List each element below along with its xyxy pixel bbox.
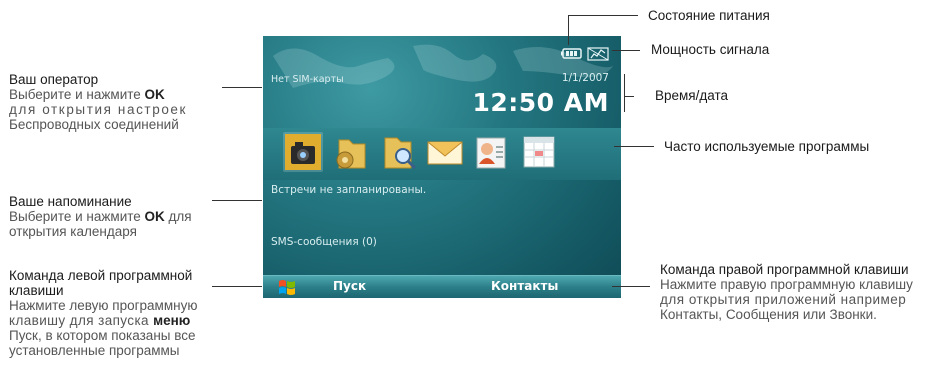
right-softkey-callout: Команда правой программной клавиши Нажми… [660,262,932,322]
settings-folder-icon[interactable] [331,132,371,172]
right-softkey-callout-text2: для открытия приложений например [660,292,907,307]
left-softkey-callout-text3: Пуск, в котором показаны все [9,328,196,343]
operator-leader-line [222,87,262,88]
contacts-softkey[interactable]: Контакты [491,279,558,293]
right-softkey-callout-text1: Нажмите правую программную клавишу [660,277,913,292]
frequent-apps-bar [263,128,621,180]
left-softkey-callout-title2: клавиши [9,283,64,298]
reminder-callout: Ваше напоминание Выберите и нажмите OK д… [9,194,224,239]
datetime-leader-line [624,96,634,97]
reminder-callout-text2: открытия календаря [9,224,137,239]
search-icon[interactable] [379,132,419,172]
time-text[interactable]: 12:50 AM [472,88,609,117]
softkey-bar: Пуск Контакты [263,275,621,298]
menu-label: меню [153,313,191,328]
power-leader-line [568,15,638,16]
camera-icon[interactable] [283,132,323,172]
windows-start-icon[interactable] [277,278,297,296]
left-softkey-callout-text2: клавишу для запуска [9,313,154,328]
reminder-leader-line [212,200,262,201]
messaging-icon[interactable] [425,132,465,172]
appointments-text[interactable]: Встречи не запланированы. [271,184,426,196]
power-leader-vertical [568,15,569,45]
right-softkey-callout-title: Команда правой программной клавиши [660,262,909,277]
datetime-bracket [624,74,625,112]
right-softkey-leader-line [612,286,650,287]
left-softkey-callout-text1: Нажмите левую программную [9,298,198,313]
reminder-callout-text: Выберите и нажмите [9,209,145,224]
signal-strength-label: Мощность сигнала [651,42,770,57]
power-status-label: Состояние питания [648,8,770,23]
operator-callout-text2: для открытия настроек [9,102,188,117]
sms-text[interactable]: SMS-сообщения (0) [271,236,377,248]
right-softkey-callout-text3: Контакты, Сообщения или Звонки. [660,307,877,322]
frequent-apps-leader-line [614,146,654,147]
operator-callout-text3: Беспроводных соединений [9,117,179,132]
left-softkey-leader-line [212,286,262,287]
start-softkey[interactable]: Пуск [333,279,366,293]
reminder-callout-text-end: для [164,209,192,224]
left-softkey-callout: Команда левой программной клавиши Нажмит… [9,268,224,358]
datetime-label: Время/дата [655,88,728,103]
contacts-icon[interactable] [471,132,511,172]
operator-callout: Ваш оператор Выберите и нажмите OK для о… [9,72,224,132]
signal-leader-line [612,50,640,51]
ok-key-label: OK [144,87,165,102]
battery-icon [561,48,582,59]
reminder-callout-title: Ваше напоминание [9,194,132,209]
left-softkey-callout-text4: установленные программы [9,343,180,358]
calendar-icon[interactable] [519,132,559,172]
signal-off-icon [587,47,609,61]
status-icons [561,47,609,61]
frequent-apps-label: Часто используемые программы [664,139,870,154]
date-text: 1/1/2007 [561,72,609,84]
ok-key-label: OK [144,209,165,224]
operator-text[interactable]: Нет SIM-карты [271,74,344,85]
left-softkey-callout-title: Команда левой программной [9,268,193,283]
phone-today-screen: Нет SIM-карты 1/1/2007 12:50 AM Встречи … [263,36,621,298]
operator-callout-title: Ваш оператор [9,72,99,87]
operator-callout-text: Выберите и нажмите [9,87,145,102]
